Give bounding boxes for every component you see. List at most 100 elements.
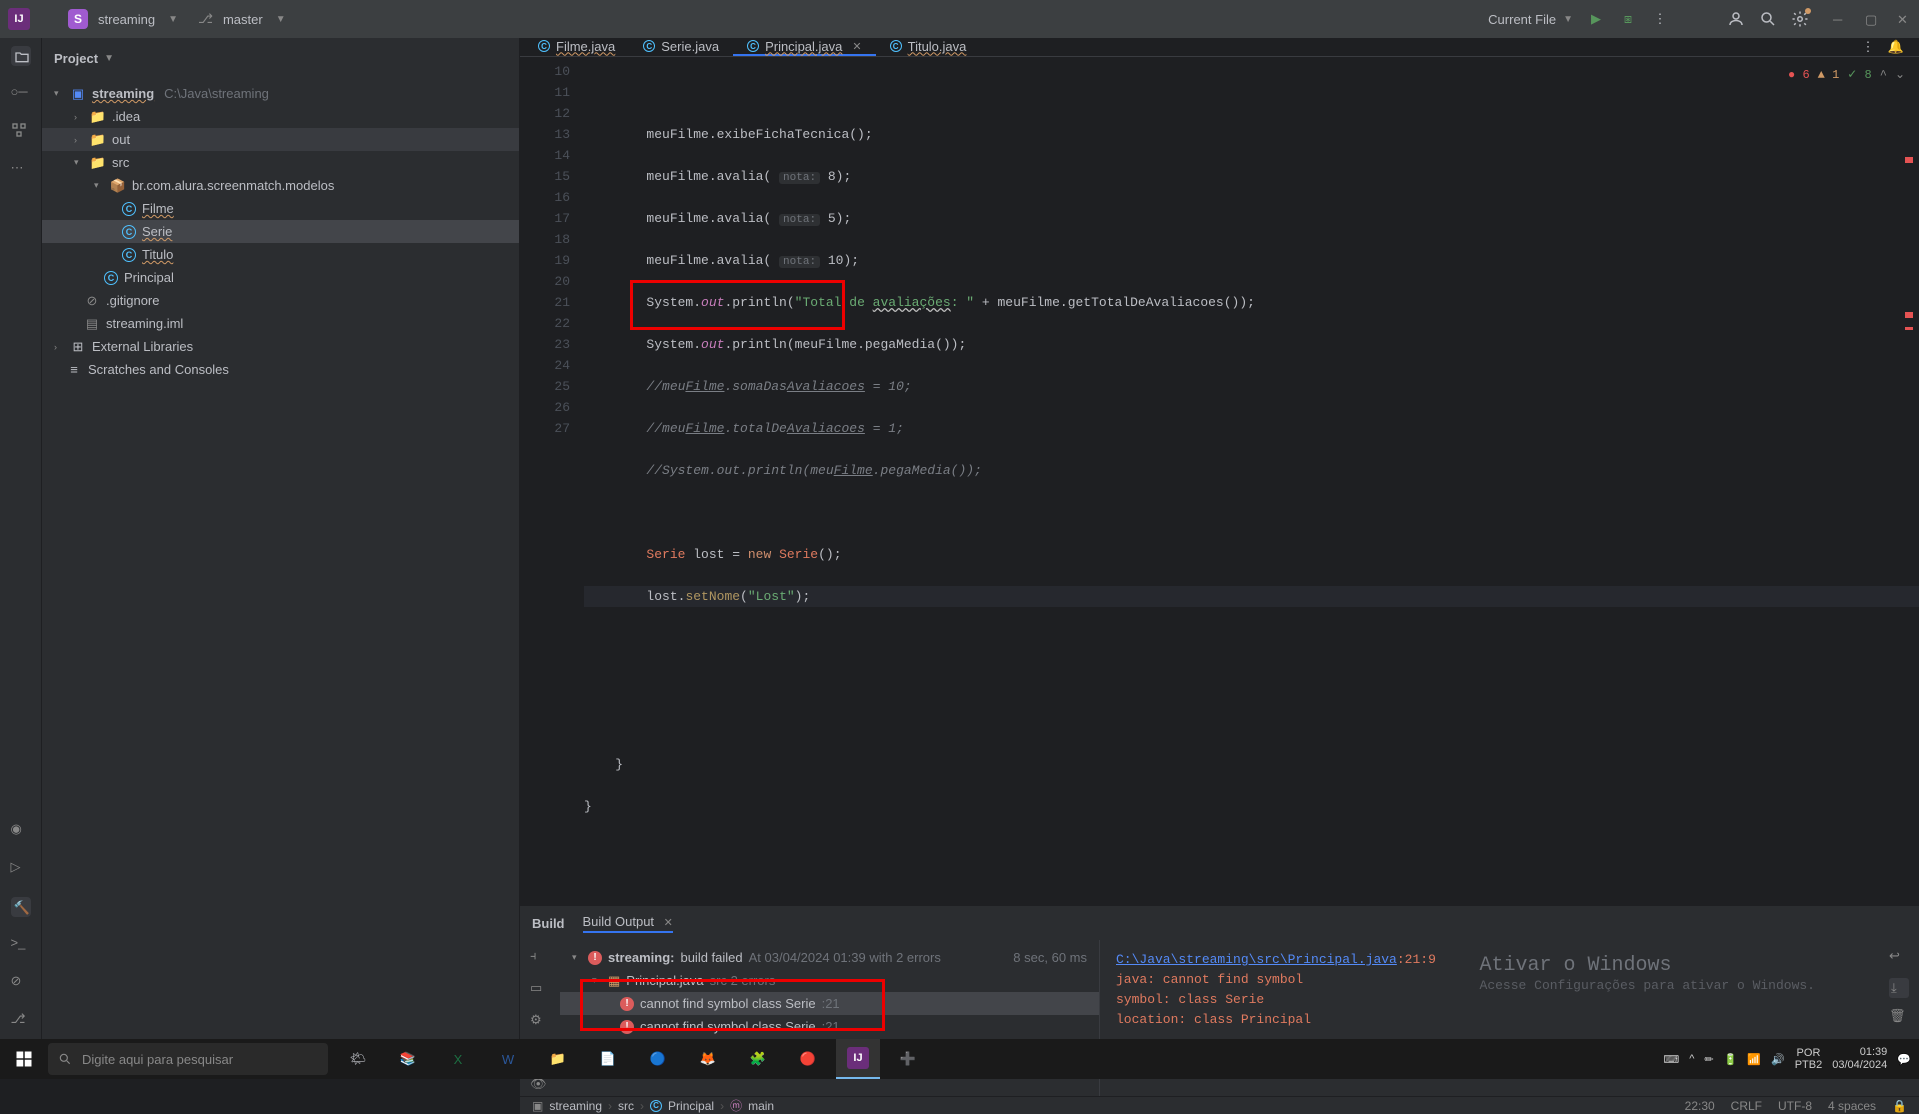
structure-tool-icon[interactable] <box>11 122 31 142</box>
tree-file-gitignore[interactable]: ⊘ .gitignore <box>42 289 519 312</box>
taskbar-app-edge[interactable]: 🔵 <box>636 1039 680 1079</box>
settings-icon[interactable]: ⚙ <box>530 1012 550 1032</box>
build-error-row[interactable]: ! cannot find symbol class Serie :21 <box>560 1015 1099 1038</box>
build-header-row[interactable]: ▾ ! streaming: build failed At 03/04/202… <box>560 946 1099 969</box>
tray-icon[interactable]: ⌨ <box>1663 1053 1679 1066</box>
scroll-end-icon[interactable]: ⤓ <box>1889 978 1909 998</box>
line-separator[interactable]: CRLF <box>1731 1099 1762 1113</box>
taskbar-app-explorer[interactable]: 📁 <box>536 1039 580 1079</box>
account-icon[interactable] <box>1727 10 1745 28</box>
branch-icon: ⎇ <box>198 11 213 27</box>
file-encoding[interactable]: UTF-8 <box>1778 1099 1812 1113</box>
tab-titulo[interactable]: C Titulo.java <box>876 38 981 56</box>
taskbar-app[interactable]: 🌤 <box>336 1039 380 1079</box>
tree-folder-out[interactable]: › 📁 out <box>42 128 519 151</box>
taskbar-app-chrome[interactable]: 🔴 <box>786 1039 830 1079</box>
project-tool-icon[interactable] <box>11 46 31 66</box>
gutter: 101112131415161718192021222324252627 <box>520 57 584 905</box>
tree-class-principal[interactable]: C Principal <box>42 266 519 289</box>
taskbar-app[interactable]: 📚 <box>386 1039 430 1079</box>
statusbar: ▣ streaming › src › C Principal › ⓜ main… <box>520 1096 1919 1114</box>
code-content[interactable]: meuFilme.exibeFichaTecnica(); meuFilme.a… <box>584 57 1919 905</box>
close-icon[interactable]: ✕ <box>852 40 861 53</box>
taskbar-app[interactable]: ➕ <box>886 1039 930 1079</box>
editor-tabs: C Filme.java C Serie.java C Principal.ja… <box>520 38 1919 57</box>
problems-tool-icon[interactable]: ⊘ <box>11 973 31 993</box>
collapse-icon[interactable]: ▭ <box>530 980 550 1000</box>
tray-clock[interactable]: 01:39 03/04/2024 <box>1832 1046 1887 1072</box>
taskbar-app-word[interactable]: W <box>486 1039 530 1079</box>
maximize-button[interactable]: ▢ <box>1865 12 1879 26</box>
indent-config[interactable]: 4 spaces <box>1828 1099 1876 1113</box>
soft-wrap-icon[interactable]: ↩ <box>1889 948 1909 968</box>
build-tab-build[interactable]: Build <box>532 916 565 931</box>
more-icon[interactable]: ⋮ <box>1651 10 1669 28</box>
minimize-button[interactable]: ─ <box>1833 12 1847 26</box>
editor-area: C Filme.java C Serie.java C Principal.ja… <box>520 38 1919 1039</box>
caret-position[interactable]: 22:30 <box>1685 1099 1715 1113</box>
clear-icon[interactable]: 🗑 <box>1889 1008 1909 1028</box>
close-button[interactable]: ✕ <box>1897 12 1911 26</box>
taskbar-apps: 🌤 📚 X W 📁 📄 🔵 🦊 🧩 🔴 IJ ➕ <box>336 1039 930 1079</box>
terminal-tool-icon[interactable]: >_ <box>11 935 31 955</box>
tree-class-serie[interactable]: C Serie <box>42 220 519 243</box>
project-panel-header[interactable]: Project ▼ <box>42 38 519 78</box>
tab-serie[interactable]: C Serie.java <box>629 38 733 56</box>
ide-logo: IJ <box>8 8 30 30</box>
tree-class-titulo[interactable]: C Titulo <box>42 243 519 266</box>
main-menu-button[interactable] <box>40 10 58 28</box>
build-tab-output[interactable]: Build Output ✕ <box>583 914 673 933</box>
tray-volume-icon[interactable]: 🔊 <box>1771 1053 1785 1066</box>
tree-folder-src[interactable]: ▾ 📁 src <box>42 151 519 174</box>
error-file-link[interactable]: C:\Java\streaming\src\Principal.java <box>1116 952 1397 967</box>
taskbar-app-intellij[interactable]: IJ <box>836 1039 880 1079</box>
taskbar-app[interactable]: 🧩 <box>736 1039 780 1079</box>
tree-class-filme[interactable]: C Filme <box>42 197 519 220</box>
run-tool-icon[interactable]: ▷ <box>11 859 31 879</box>
services-tool-icon[interactable]: ◉ <box>11 821 31 841</box>
tray-icon[interactable]: ✏ <box>1704 1053 1713 1066</box>
notifications-icon[interactable]: 🔔 <box>1887 38 1905 56</box>
taskbar-app-excel[interactable]: X <box>436 1039 480 1079</box>
commit-tool-icon[interactable]: ○─ <box>11 84 31 104</box>
build-file-row[interactable]: ▾ ▦ Principal.java src 2 errors <box>560 969 1099 992</box>
project-name[interactable]: streaming <box>98 12 155 27</box>
tree-file-iml[interactable]: ▤ streaming.iml <box>42 312 519 335</box>
eye-icon[interactable]: 👁 <box>530 1076 550 1096</box>
branch-name[interactable]: master <box>223 12 263 27</box>
titlebar: IJ S streaming ▼ ⎇ master ▼ Current File… <box>0 0 1919 38</box>
editor-more-icon[interactable]: ⋮ <box>1859 38 1877 56</box>
editor-body[interactable]: 101112131415161718192021222324252627 meu… <box>520 57 1919 905</box>
tab-principal[interactable]: C Principal.java ✕ <box>733 38 876 56</box>
breadcrumbs[interactable]: ▣ streaming › src › C Principal › ⓜ main <box>532 1097 774 1114</box>
tree-external-libs[interactable]: › ⊞ External Libraries <box>42 335 519 358</box>
build-error-row[interactable]: ! cannot find symbol class Serie :21 <box>560 992 1099 1015</box>
more-tools-icon[interactable]: ⋯ <box>11 160 31 180</box>
close-icon[interactable]: ✕ <box>664 917 673 929</box>
inspection-summary[interactable]: ● 6 ▲ 1 ✓ 8 ^ ⌄ <box>1788 65 1905 86</box>
tree-scratches[interactable]: ≡ Scratches and Consoles <box>42 358 519 381</box>
taskbar-search[interactable]: Digite aqui para pesquisar <box>48 1043 328 1075</box>
tray-chevron-icon[interactable]: ^ <box>1689 1053 1694 1065</box>
run-button[interactable]: ▶ <box>1587 10 1605 28</box>
filter-icon[interactable]: ⫞ <box>530 948 550 968</box>
settings-icon[interactable] <box>1791 10 1809 28</box>
search-icon[interactable] <box>1759 10 1777 28</box>
chevron-down-icon: ▼ <box>104 53 114 64</box>
tray-battery-icon[interactable]: 🔋 <box>1724 1053 1738 1066</box>
readonly-icon[interactable]: 🔒 <box>1892 1099 1907 1113</box>
start-button[interactable] <box>0 1039 48 1079</box>
debug-button[interactable]: ⧆ <box>1619 10 1637 28</box>
tray-language[interactable]: POR PTB2 <box>1795 1047 1823 1071</box>
tray-notifications-icon[interactable]: 💬 <box>1897 1053 1911 1066</box>
tray-wifi-icon[interactable]: 📶 <box>1747 1053 1761 1066</box>
taskbar-app-firefox[interactable]: 🦊 <box>686 1039 730 1079</box>
tree-package[interactable]: ▾ 📦 br.com.alura.screenmatch.modelos <box>42 174 519 197</box>
git-tool-icon[interactable]: ⎇ <box>11 1011 31 1031</box>
taskbar-app[interactable]: 📄 <box>586 1039 630 1079</box>
build-tool-icon[interactable]: 🔨 <box>11 897 31 917</box>
tab-filme[interactable]: C Filme.java <box>524 38 629 56</box>
run-config-selector[interactable]: Current File ▼ <box>1488 12 1573 27</box>
tree-folder-idea[interactable]: › 📁 .idea <box>42 105 519 128</box>
tree-root[interactable]: ▾ ▣ streaming C:\Java\streaming <box>42 82 519 105</box>
